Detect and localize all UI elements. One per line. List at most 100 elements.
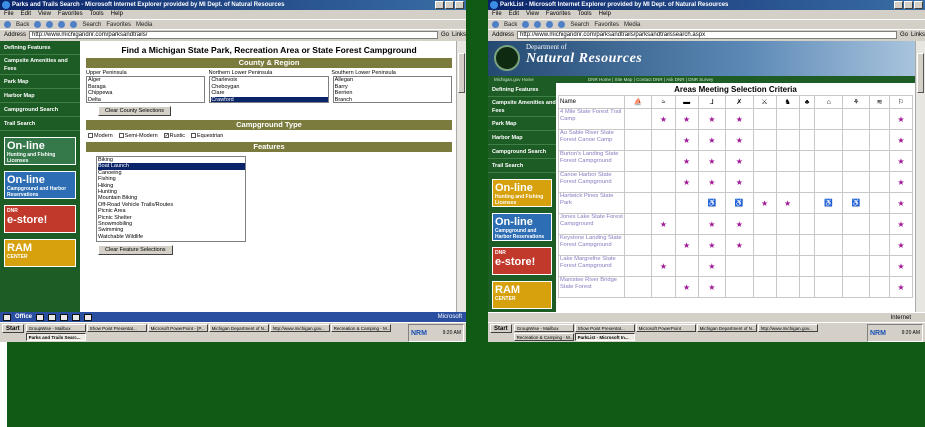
promo-estore[interactable]: DNR e-store! [492, 247, 552, 275]
task-button[interactable]: Microsoft PowerPoint [635, 324, 696, 332]
promo-reservations[interactable]: On-line Campground and Harbor Reservatio… [4, 171, 76, 199]
promo-estore[interactable]: DNR e-store! [4, 205, 76, 233]
minimize-button[interactable] [435, 1, 444, 9]
park-name-link[interactable]: Au Sable River State Forest Canoe Camp [558, 129, 625, 151]
left-title-bar[interactable]: Parks and Trails Search - Microsoft Inte… [0, 0, 466, 10]
menu-file[interactable]: File [4, 10, 14, 19]
menu-view[interactable]: View [526, 10, 539, 19]
park-name-link[interactable]: Keystone Landing State Forest Campground [558, 234, 625, 256]
checkbox-box[interactable] [88, 133, 93, 139]
rustic-checkbox[interactable]: ✓Rustic [163, 133, 185, 139]
menu-favorites[interactable]: Favorites [546, 10, 571, 19]
task-button[interactable]: http://www.michigan.gov... [757, 324, 818, 332]
nav-campground-search[interactable]: Campground Search [0, 103, 80, 117]
back-button[interactable]: Back [504, 22, 517, 28]
task-button[interactable]: GroupWise - Mailbox [25, 324, 86, 332]
nav-park-map[interactable]: Park Map [488, 117, 556, 131]
back-icon[interactable] [4, 21, 11, 28]
task-button[interactable]: Show Point Presentat... [574, 324, 635, 332]
features-list[interactable]: Biking Boat Launch Canoeing Fishing Hiki… [96, 156, 246, 242]
menu-favorites[interactable]: Favorites [58, 10, 83, 19]
park-name-link[interactable]: Jones Lake State Forest Campground [558, 213, 625, 235]
promo-reservations[interactable]: On-line Campground and Harbor Reservatio… [492, 213, 552, 241]
menu-tools[interactable]: Tools [90, 10, 104, 19]
park-name-link[interactable]: Canoe Harbor State Forest Campground [558, 171, 625, 193]
menu-edit[interactable]: Edit [509, 10, 519, 19]
menu-help[interactable]: Help [111, 10, 123, 19]
close-button[interactable] [914, 1, 923, 9]
michigan-gov-home-link[interactable]: Michigan.gov Home [494, 76, 534, 83]
outlook-icon[interactable] [84, 313, 93, 321]
northern-lower-peninsula-list[interactable]: Charlevoix Cheboygan Clare Crawford [209, 76, 329, 103]
park-name-link[interactable]: Hartwick Pines State Park [558, 192, 625, 214]
semi-modern-checkbox[interactable]: Semi-Modern [118, 133, 158, 139]
nav-park-map[interactable]: Park Map [0, 75, 80, 89]
maximize-button[interactable] [904, 1, 913, 9]
task-button[interactable]: GroupWise - Mailbox [513, 324, 574, 332]
menu-view[interactable]: View [38, 10, 51, 19]
start-button[interactable]: Start [2, 324, 24, 333]
scroll-thumb[interactable] [458, 53, 465, 93]
checkbox-box[interactable] [118, 133, 124, 139]
home-icon[interactable] [70, 21, 78, 28]
checkbox-box[interactable] [190, 133, 196, 139]
stop-icon[interactable] [46, 21, 54, 28]
park-name-link[interactable]: Burton's Landing State Forest Campground [558, 150, 625, 172]
southern-lower-peninsula-list[interactable]: Allegan Barry Berrien Branch [332, 76, 452, 103]
task-button[interactable]: Recreation & Camping - M... [513, 333, 574, 341]
checkbox-box-checked[interactable]: ✓ [163, 133, 169, 139]
maximize-button[interactable] [445, 1, 454, 9]
task-button[interactable]: Michigan Department of N... [696, 324, 757, 332]
modern-checkbox[interactable]: Modern [88, 133, 113, 139]
task-button[interactable]: Show Point Presentat... [86, 324, 147, 332]
search-button[interactable]: Search [570, 22, 589, 28]
feature-option[interactable]: Watchable Wildlife [98, 234, 245, 240]
go-button[interactable]: Go [441, 32, 449, 38]
county-option[interactable]: Branch [335, 97, 451, 103]
park-name-link[interactable]: Manistee River Bridge State Forest [558, 276, 625, 298]
task-button-active[interactable]: ParkList - Microsoft In... [574, 333, 635, 341]
promo-ram-center[interactable]: RAM CENTER [492, 281, 552, 309]
media-button[interactable]: Media [624, 22, 640, 28]
favorites-button[interactable]: Favorites [594, 22, 619, 28]
back-icon[interactable] [492, 21, 499, 28]
scroll-thumb[interactable] [917, 53, 924, 93]
go-button[interactable]: Go [900, 32, 908, 38]
task-button[interactable]: http://www.michigan.gov... [269, 324, 330, 332]
menu-file[interactable]: File [492, 10, 502, 19]
nav-defining-features[interactable]: Defining Features [488, 83, 556, 97]
clear-county-button[interactable]: Clear County Selections [98, 106, 172, 116]
search-button[interactable]: Search [82, 22, 101, 28]
left-vertical-scrollbar[interactable] [456, 41, 466, 312]
task-button[interactable]: Recreation & Camping - M... [330, 324, 391, 332]
right-vertical-scrollbar[interactable] [915, 41, 925, 312]
nav-trail-search[interactable]: Trail Search [0, 117, 80, 131]
links-button[interactable]: Links [452, 32, 466, 38]
nav-defining-features[interactable]: Defining Features [0, 41, 80, 55]
back-button[interactable]: Back [16, 22, 29, 28]
nav-trail-search[interactable]: Trail Search [488, 159, 556, 173]
refresh-icon[interactable] [546, 21, 554, 28]
park-name-link[interactable]: Lake Margrethe State Forest Campground [558, 255, 625, 277]
nav-campsite-amenities[interactable]: Campsite Amenities and Fees [488, 97, 556, 117]
stop-icon[interactable] [534, 21, 542, 28]
task-button[interactable]: Michigan Department of N... [208, 324, 269, 332]
clear-features-button[interactable]: Clear Feature Selections [98, 245, 173, 255]
favorites-button[interactable]: Favorites [106, 22, 131, 28]
home-icon[interactable] [558, 21, 566, 28]
address-input[interactable]: http://www.michigandnr.com/parksandtrail… [517, 30, 897, 39]
promo-licenses[interactable]: On-line Hunting and Fishing Licenses [4, 137, 76, 165]
nav-campground-search[interactable]: Campground Search [488, 145, 556, 159]
media-button[interactable]: Media [136, 22, 152, 28]
promo-licenses[interactable]: On-line Hunting and Fishing Licenses [492, 179, 552, 207]
office-icon[interactable] [3, 313, 11, 321]
powerpoint-icon[interactable] [60, 313, 69, 321]
nav-harbor-map[interactable]: Harbor Map [0, 89, 80, 103]
word-icon[interactable] [36, 313, 45, 321]
upper-peninsula-list[interactable]: Alger Baraga Chippewa Delta [86, 76, 206, 103]
menu-edit[interactable]: Edit [21, 10, 31, 19]
promo-ram-center[interactable]: RAM CENTER [4, 239, 76, 267]
nav-campsite-amenities[interactable]: Campsite Amenities and Fees [0, 55, 80, 75]
nav-harbor-map[interactable]: Harbor Map [488, 131, 556, 145]
access-icon[interactable] [72, 313, 81, 321]
